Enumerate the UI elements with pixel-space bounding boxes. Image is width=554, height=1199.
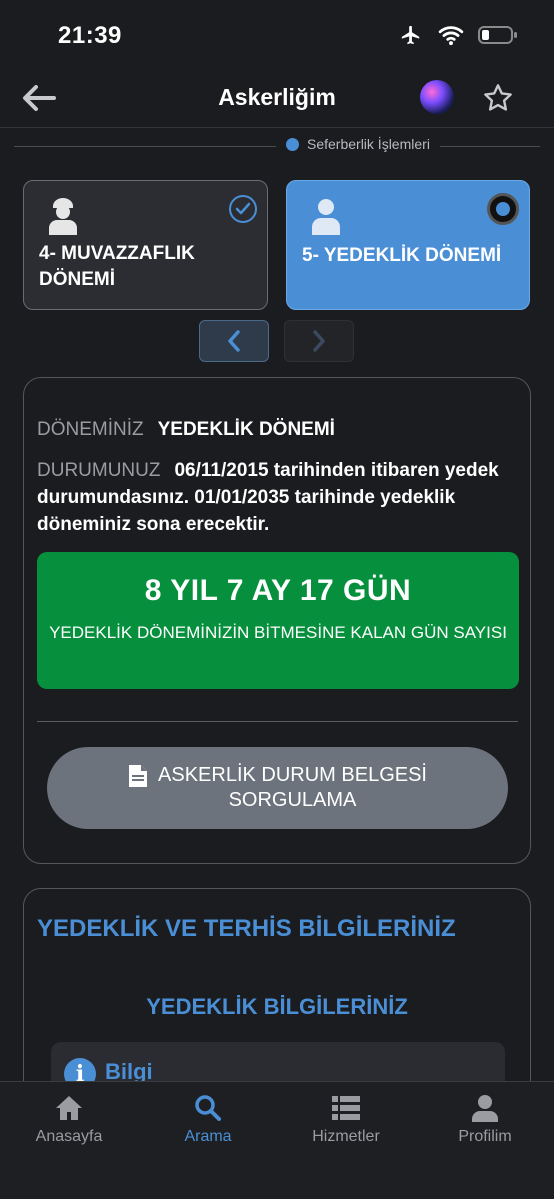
check-icon: [235, 202, 251, 215]
period-label: 4- MUVAZZAFLIK DÖNEMİ: [39, 241, 195, 293]
navigation-bar: Askerliğim: [0, 70, 554, 128]
previous-button[interactable]: [199, 320, 269, 362]
status-document-label-line2: SORGULAMA: [228, 789, 357, 811]
remaining-time: 8 YIL 7 AY 17 GÜN: [144, 574, 412, 607]
list-icon: [332, 1096, 360, 1120]
period-label-line2: DÖNEMİ: [39, 269, 115, 290]
tab-anasayfa[interactable]: Anasayfa: [9, 1094, 129, 1146]
tab-profilim[interactable]: Profilim: [425, 1094, 545, 1146]
separator-text: Seferberlik İşlemleri: [307, 136, 430, 152]
period-label-line1: 5- YEDEKLİK DÖNEMİ: [302, 245, 502, 266]
dot-icon: [286, 137, 299, 151]
period-label-line1: 4- MUVAZZAFLIK: [39, 243, 195, 264]
period-label: 5- YEDEKLİK DÖNEMİ: [302, 243, 501, 269]
period-card-muvazzaflik[interactable]: 4- MUVAZZAFLIK DÖNEMİ: [23, 180, 268, 310]
status-document-label: ASKERLİK DURUM BELGESİ SORGULAMA: [158, 763, 427, 813]
section-subtitle: YEDEKLİK BİLGİLERİNİZ: [146, 994, 408, 1019]
radio-selected-icon: [487, 193, 519, 225]
check-badge: [229, 195, 257, 223]
tab-label: Arama: [184, 1128, 232, 1145]
period-value: YEDEKLİK DÖNEMİ: [157, 419, 335, 440]
status-label: DURUMUNUZ: [37, 460, 161, 481]
status-document-button[interactable]: ASKERLİK DURUM BELGESİ SORGULAMA: [47, 747, 508, 829]
remaining-time-caption: YEDEKLİK DÖNEMİNİZİN BİTMESİNE KALAN GÜN…: [49, 623, 507, 642]
document-icon: [129, 765, 148, 787]
page-title: Askerliğim: [218, 84, 336, 110]
chevron-left-icon: [228, 330, 240, 352]
next-button[interactable]: [284, 320, 354, 362]
tab-arama[interactable]: Arama: [148, 1094, 268, 1146]
period-label: DÖNEMİNİZ: [37, 419, 144, 440]
status-bar: 21:39: [0, 0, 554, 70]
battery-icon: [478, 26, 517, 44]
divider: [37, 721, 518, 722]
status-time: 21:39: [58, 22, 122, 49]
person-icon: [312, 199, 340, 235]
wifi-icon: [438, 26, 464, 46]
person-icon: [472, 1095, 498, 1122]
status-row: DURUMUNUZ 06/11/2015 tarihinden itibaren …: [37, 457, 516, 538]
tab-label: Profilim: [458, 1128, 512, 1145]
chevron-right-icon: [313, 330, 325, 352]
radio-dot: [496, 202, 510, 216]
tab-label: Hizmetler: [312, 1128, 380, 1145]
star-icon: [484, 84, 512, 111]
airplane-icon: [401, 25, 420, 45]
status-document-label-line1: ASKERLİK DURUM BELGESİ: [158, 764, 427, 786]
tab-hizmetler[interactable]: Hizmetler: [286, 1094, 406, 1146]
siri-icon[interactable]: [420, 80, 454, 114]
period-info-card: DÖNEMİNİZ YEDEKLİK DÖNEMİ DURUMUNUZ 06/11/…: [23, 377, 531, 864]
period-row: DÖNEMİNİZ YEDEKLİK DÖNEMİ: [37, 416, 516, 443]
tab-bar: Anasayfa Arama Hizmetler Profilim: [0, 1081, 554, 1199]
section-divider-label: Seferberlik İşlemleri: [276, 136, 440, 152]
section-title: YEDEKLİK VE TERHİS BİLGİLERİNİZ: [37, 915, 456, 942]
soldier-icon: [49, 198, 77, 235]
remaining-time-box: 8 YIL 7 AY 17 GÜN YEDEKLİK DÖNEMİNİZİN B…: [37, 552, 519, 689]
period-card-yedeklik[interactable]: 5- YEDEKLİK DÖNEMİ: [286, 180, 530, 310]
search-icon: [195, 1095, 221, 1121]
favorite-button[interactable]: [482, 82, 514, 114]
home-icon: [56, 1096, 82, 1120]
tab-label: Anasayfa: [35, 1128, 103, 1145]
status-icons: [398, 24, 518, 46]
